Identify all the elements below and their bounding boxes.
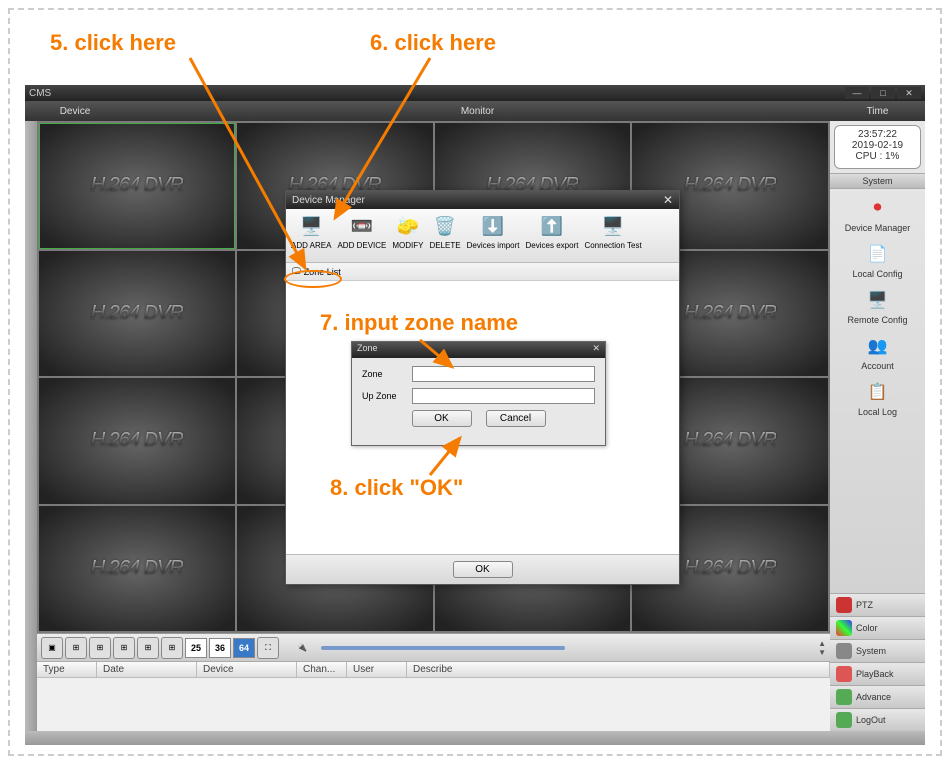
- fullscreen-button[interactable]: ⛶: [257, 637, 279, 659]
- delete-icon: 🗑️: [432, 213, 458, 239]
- playback-icon: [836, 666, 852, 682]
- video-cell[interactable]: H.264 DVR: [39, 506, 235, 632]
- device-manager-dialog: Device Manager ✕ 🖥️ ADD AREA 📼 ADD DEVIC…: [285, 190, 680, 585]
- annotation-step5: 5. click here: [50, 30, 176, 56]
- connection-test-button[interactable]: 🖥️ Connection Test: [581, 213, 644, 258]
- annotation-step6: 6. click here: [370, 30, 496, 56]
- log-col-date[interactable]: Date: [97, 662, 197, 677]
- right-panel: 23:57:22 2019-02-19 CPU : 1% System ⏺ De…: [830, 121, 925, 731]
- account-button[interactable]: 👥 Account: [832, 329, 923, 375]
- log-col-describe[interactable]: Describe: [407, 662, 830, 677]
- zone-close-button[interactable]: ✕: [592, 343, 600, 357]
- tab-ptz[interactable]: PTZ: [830, 593, 925, 616]
- status-bar: [25, 731, 925, 745]
- close-button[interactable]: ✕: [897, 87, 921, 99]
- layout-64-button[interactable]: 64: [233, 638, 255, 658]
- devices-export-button[interactable]: ⬆️ Devices export: [523, 213, 582, 258]
- system-icon: [836, 643, 852, 659]
- zone-input[interactable]: [412, 366, 595, 382]
- system-header: System: [830, 173, 925, 189]
- zone-title: Zone: [357, 343, 378, 357]
- annotation-step7: 7. input zone name: [320, 310, 518, 336]
- advance-icon: [836, 689, 852, 705]
- date-value: 2019-02-19: [835, 140, 920, 151]
- volume-slider[interactable]: [321, 646, 565, 650]
- zone-label: Zone: [362, 369, 406, 379]
- add-area-button[interactable]: 🖥️ ADD AREA: [288, 213, 334, 258]
- local-config-button[interactable]: 📄 Local Config: [832, 237, 923, 283]
- delete-button[interactable]: 🗑️ DELETE: [426, 213, 463, 258]
- layout-36-button[interactable]: 36: [209, 638, 231, 658]
- video-cell[interactable]: H.264 DVR: [39, 123, 235, 249]
- upzone-input[interactable]: [412, 388, 595, 404]
- maximize-button[interactable]: □: [871, 87, 895, 99]
- dm-title: Device Manager: [292, 195, 365, 206]
- header-monitor: Monitor: [125, 101, 830, 121]
- log-col-type[interactable]: Type: [37, 662, 97, 677]
- scroll-up-icon[interactable]: ▲: [818, 639, 826, 648]
- export-icon: ⬆️: [539, 213, 565, 239]
- header-device: Device: [25, 101, 125, 121]
- layout-25-button[interactable]: 25: [185, 638, 207, 658]
- add-area-icon: 🖥️: [298, 213, 324, 239]
- device-manager-button[interactable]: ⏺ Device Manager: [832, 191, 923, 237]
- account-icon: 👥: [865, 333, 891, 359]
- dm-ok-button[interactable]: OK: [453, 561, 513, 578]
- tab-system[interactable]: System: [830, 639, 925, 662]
- zone-cancel-button[interactable]: Cancel: [486, 410, 546, 427]
- log-col-device[interactable]: Device: [197, 662, 297, 677]
- local-log-button[interactable]: 📋 Local Log: [832, 375, 923, 421]
- zone-ok-button[interactable]: OK: [412, 410, 472, 427]
- video-cell[interactable]: H.264 DVR: [39, 251, 235, 377]
- time-value: 23:57:22: [835, 129, 920, 140]
- minimize-button[interactable]: —: [845, 87, 869, 99]
- log-col-user[interactable]: User: [347, 662, 407, 677]
- app-name: CMS: [29, 88, 51, 99]
- local-log-icon: 📋: [865, 379, 891, 405]
- dm-toolbar: 🖥️ ADD AREA 📼 ADD DEVICE 🧽 MODIFY 🗑️ DEL…: [286, 209, 679, 263]
- scroll-down-icon[interactable]: ▼: [818, 648, 826, 657]
- header-time: Time: [830, 101, 925, 121]
- layout-1-button[interactable]: ▣: [41, 637, 63, 659]
- tab-color[interactable]: Color: [830, 616, 925, 639]
- video-cell[interactable]: H.264 DVR: [39, 378, 235, 504]
- tab-advance[interactable]: Advance: [830, 685, 925, 708]
- upzone-label: Up Zone: [362, 391, 406, 401]
- annotation-step8: 8. click "OK": [330, 475, 463, 501]
- zone-dialog: Zone ✕ Zone Up Zone OK Cancel: [351, 341, 606, 446]
- cpu-value: CPU : 1%: [835, 151, 920, 162]
- log-table: Type Date Device Chan... User Describe: [37, 661, 830, 731]
- add-device-icon: 📼: [349, 213, 375, 239]
- devices-import-button[interactable]: ⬇️ Devices import: [464, 213, 523, 258]
- add-device-button[interactable]: 📼 ADD DEVICE: [334, 213, 389, 258]
- logout-icon: [836, 712, 852, 728]
- dm-close-button[interactable]: ✕: [663, 193, 673, 207]
- layout-9-button[interactable]: ⊞: [137, 637, 159, 659]
- ptz-icon: [836, 597, 852, 613]
- device-manager-icon: ⏺: [865, 195, 891, 221]
- modify-button[interactable]: 🧽 MODIFY: [389, 213, 426, 258]
- disconnect-icon[interactable]: 🔌: [291, 637, 313, 659]
- titlebar: CMS — □ ✕: [25, 85, 925, 101]
- left-strip: [25, 121, 37, 731]
- local-config-icon: 📄: [865, 241, 891, 267]
- layout-16-button[interactable]: ⊞: [161, 637, 183, 659]
- layout-6-button[interactable]: ⊞: [89, 637, 111, 659]
- remote-config-button[interactable]: 🖥️ Remote Config: [832, 283, 923, 329]
- tab-playback[interactable]: PlayBack: [830, 662, 925, 685]
- tab-logout[interactable]: LogOut: [830, 708, 925, 731]
- header-bar: Device Monitor Time: [25, 101, 925, 121]
- modify-icon: 🧽: [395, 213, 421, 239]
- remote-config-icon: 🖥️: [865, 287, 891, 313]
- time-box: 23:57:22 2019-02-19 CPU : 1%: [834, 125, 921, 169]
- import-icon: ⬇️: [480, 213, 506, 239]
- layout-8-button[interactable]: ⊞: [113, 637, 135, 659]
- color-icon: [836, 620, 852, 636]
- connection-test-icon: 🖥️: [600, 213, 626, 239]
- dm-tree-root[interactable]: 🖵 Zone List: [286, 263, 679, 281]
- layout-toolbar: ▣ ⊞ ⊞ ⊞ ⊞ ⊞ 25 36 64 ⛶ 🔌 ▲ ▼: [37, 633, 830, 661]
- log-col-channel[interactable]: Chan...: [297, 662, 347, 677]
- layout-4-button[interactable]: ⊞: [65, 637, 87, 659]
